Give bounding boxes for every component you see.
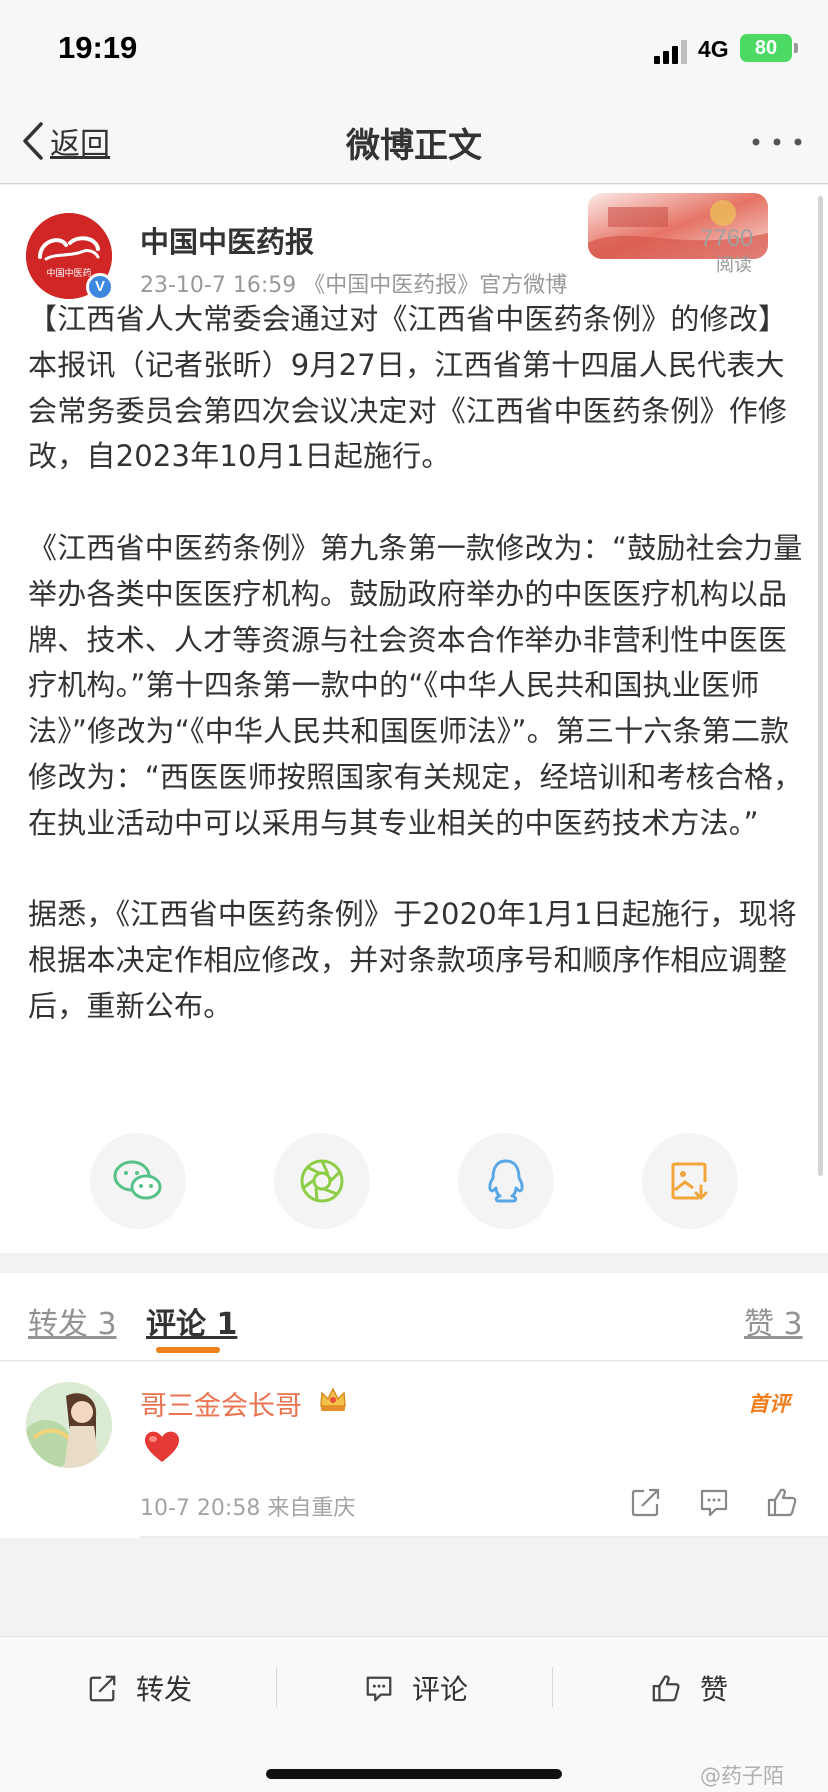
like-label: 赞: [700, 1673, 729, 1706]
share-moments-button[interactable]: [274, 1133, 370, 1229]
crown-icon: [320, 1387, 346, 1411]
comment-meta: 10-7 20:58 来自重庆: [140, 1496, 356, 1521]
battery-cap: [794, 43, 798, 53]
comment-item: 哥三金会长哥 首评 10-7 20:58 来自重庆: [0, 1362, 828, 1538]
read-label: 阅读: [716, 255, 752, 276]
avatar-illustration: [26, 1382, 112, 1468]
more-icon[interactable]: [750, 130, 804, 154]
toolbar-separator: [552, 1667, 553, 1707]
tab-comments[interactable]: 评论 1: [146, 1299, 237, 1343]
heart-icon: [144, 1431, 180, 1462]
share-wechat-button[interactable]: [90, 1133, 186, 1229]
moments-icon: [300, 1159, 344, 1203]
save-image-button[interactable]: [642, 1133, 738, 1229]
qq-icon: [488, 1159, 524, 1203]
like-button[interactable]: 赞: [650, 1663, 728, 1713]
home-indicator[interactable]: [266, 1769, 562, 1779]
commenter-avatar[interactable]: [26, 1382, 112, 1468]
share-qq-button[interactable]: [458, 1133, 554, 1229]
status-time: 19:19: [58, 30, 138, 65]
signal-icon: [654, 40, 687, 64]
like-icon: [652, 1675, 680, 1702]
comment-like-icon[interactable]: [766, 1486, 798, 1518]
page-title: 微博正文: [346, 126, 482, 166]
svg-text:中国中医药: 中国中医药: [46, 267, 91, 279]
commenter-name[interactable]: 哥三金会长哥: [140, 1384, 302, 1423]
comment-label: 评论: [412, 1673, 469, 1706]
comment-button[interactable]: 评论: [364, 1663, 468, 1713]
interaction-tabs: 转发 3 评论 1 赞 3: [0, 1273, 828, 1361]
post-body: 【江西省人大常委会通过对《江西省中医药条例》的修改】本报讯（记者张昕）9月27日…: [28, 297, 804, 1076]
toolbar-separator: [276, 1667, 277, 1707]
save-image-icon: [671, 1162, 708, 1201]
author-name[interactable]: 中国中医药报: [140, 219, 314, 261]
network-type: 4G: [698, 36, 729, 62]
comment-icon: [366, 1676, 392, 1702]
post-meta: 23-10-7 16:59 《中国中医药报》官方微博: [140, 273, 568, 298]
post-paragraph: 据悉，《江西省中医药条例》于2020年1月1日起施行，现将根据本决定作相应修改，…: [28, 897, 798, 1023]
comment-share-icon[interactable]: [630, 1486, 662, 1518]
battery-indicator: 80: [740, 34, 792, 62]
tab-reposts[interactable]: 转发 3: [28, 1299, 117, 1343]
comment-reply-icon[interactable]: [698, 1486, 730, 1518]
tab-likes[interactable]: 赞 3: [744, 1299, 803, 1343]
post-paragraph: 【江西省人大常委会通过对《江西省中医药条例》的修改】本报讯（记者张昕）9月27日…: [28, 302, 788, 474]
nav-bar: 返回 微博正文: [0, 100, 828, 184]
repost-label: 转发: [136, 1673, 193, 1706]
post-card: 中国中医药 V 中国中医药报 23-10-7 16:59 《中国中医药报》官方微…: [0, 185, 828, 1253]
wechat-icon: [113, 1160, 162, 1200]
post-paragraph: 《江西省中医药条例》第九条第一款修改为：“鼓励社会力量举办各类中医医疗机构。鼓励…: [28, 530, 803, 840]
active-tab-indicator: [156, 1347, 220, 1353]
empty-area: [0, 1538, 828, 1636]
first-comment-badge: 首评: [748, 1392, 790, 1416]
status-bar: 19:19 4G 80: [0, 0, 828, 100]
scrollbar[interactable]: [818, 196, 823, 1176]
repost-button[interactable]: 转发: [88, 1663, 192, 1713]
watermark-text: @药子陌: [700, 1764, 784, 1788]
section-gap: [0, 1253, 828, 1273]
repost-icon: [89, 1675, 116, 1702]
read-count: 7760: [700, 225, 754, 252]
